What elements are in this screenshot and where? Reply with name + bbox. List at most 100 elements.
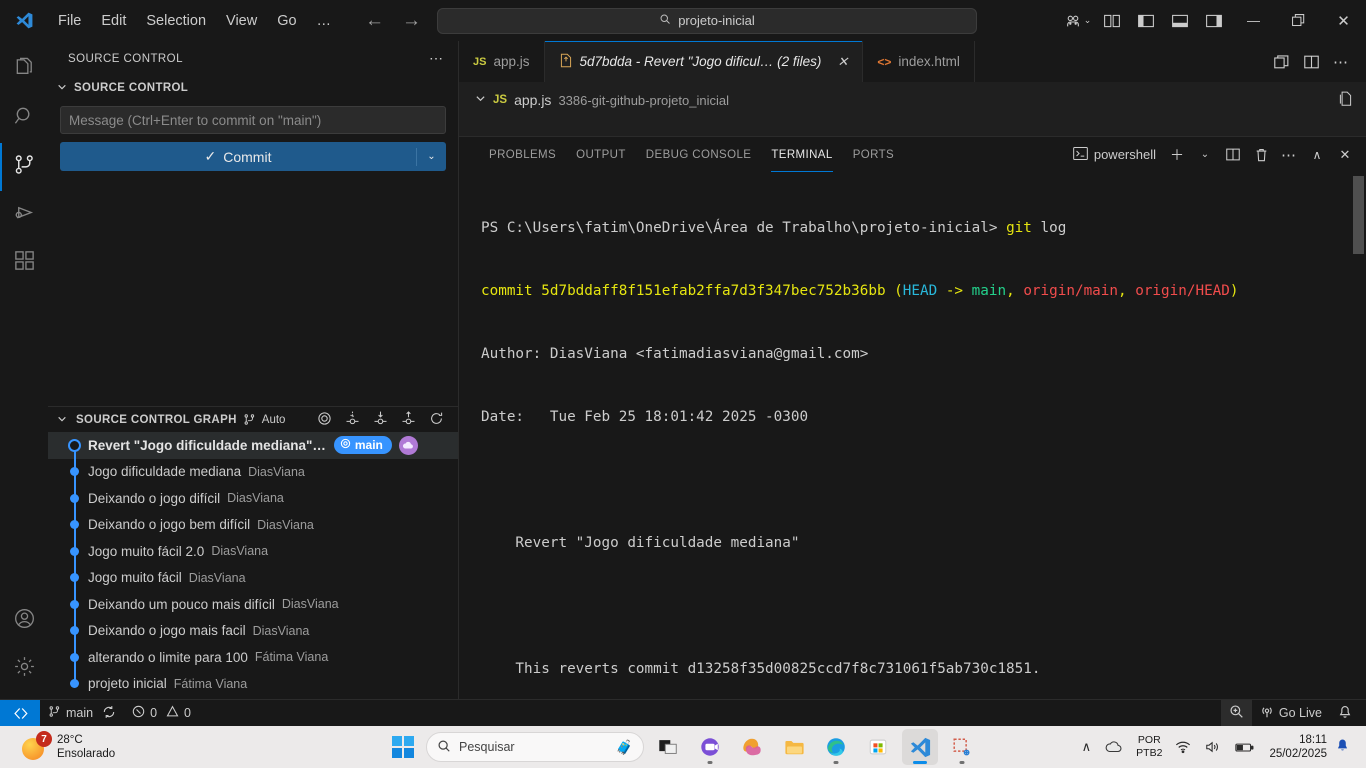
new-terminal-icon[interactable]: ＋ — [1164, 142, 1190, 168]
panel-bottom-icon[interactable] — [1163, 6, 1197, 36]
graph-auto-label: Auto — [261, 413, 286, 426]
fetch-icon[interactable] — [345, 410, 360, 429]
taskbar-vscode[interactable] — [902, 729, 938, 765]
pull-icon[interactable] — [373, 410, 388, 429]
graph-row[interactable]: Jogo muito fácil 2.0 DiasViana — [48, 538, 458, 565]
terminal-dropdown-icon[interactable]: ⌄ — [1192, 142, 1218, 168]
tab-index-html[interactable]: <> index.html — [863, 41, 975, 82]
minimize-button[interactable]: — — [1231, 0, 1276, 41]
breadcrumb-path[interactable]: 3386-git-github-projeto_inicial — [558, 93, 729, 108]
volume-icon[interactable] — [1198, 740, 1228, 754]
activity-settings[interactable] — [0, 645, 48, 693]
close-button[interactable]: ✕ — [1321, 0, 1366, 41]
clock[interactable]: 18:11 25/02/2025 — [1261, 733, 1335, 761]
more-actions-icon[interactable]: ⋯ — [1276, 142, 1302, 168]
panel-tab-output[interactable]: OUTPUT — [566, 137, 636, 172]
graph-row[interactable]: Jogo muito fácil DiasViana — [48, 564, 458, 591]
weather-widget[interactable]: 7 28°C Ensolarado — [0, 731, 115, 761]
close-icon[interactable]: ✕ — [837, 54, 848, 70]
panel-layout-icon[interactable] — [1095, 6, 1129, 36]
graph-row[interactable]: projeto inicial Fátima Viana — [48, 670, 458, 698]
chevron-down-icon[interactable] — [475, 93, 486, 107]
taskbar-teams[interactable] — [692, 729, 728, 765]
restore-button[interactable] — [1276, 0, 1321, 41]
commit-dropdown-button[interactable]: ⌄ — [416, 147, 446, 166]
graph-row[interactable]: Revert "Jogo dificuldade mediana"… main — [48, 432, 458, 459]
commit-button[interactable]: ✓ Commit ⌄ — [60, 142, 446, 171]
activity-source-control[interactable] — [0, 143, 48, 191]
close-panel-icon[interactable]: ✕ — [1332, 142, 1358, 168]
menu-file[interactable]: File — [48, 9, 91, 33]
kill-terminal-icon[interactable] — [1248, 142, 1274, 168]
language-indicator[interactable]: POR PTB2 — [1130, 734, 1168, 760]
wifi-icon[interactable] — [1168, 740, 1198, 754]
graph-section-header[interactable]: SOURCE CONTROL GRAPH Auto — [48, 406, 458, 432]
panel-tab-terminal[interactable]: TERMINAL — [761, 137, 842, 172]
commit-button-main[interactable]: ✓ Commit — [60, 148, 416, 165]
commit-message-input[interactable]: Message (Ctrl+Enter to commit on "main") — [60, 106, 446, 134]
tab-commit-view[interactable]: 5d7bdda - Revert "Jogo dificul… (2 files… — [544, 41, 864, 82]
target-icon[interactable] — [317, 411, 332, 429]
status-zoom[interactable] — [1220, 699, 1252, 727]
more-actions-icon[interactable]: ⋯ — [1326, 47, 1356, 77]
search-input[interactable]: projeto-inicial — [437, 7, 977, 34]
tray-expand-icon[interactable]: ∧ — [1075, 739, 1099, 755]
split-terminal-icon[interactable] — [1220, 142, 1246, 168]
branch-badge-label: main — [354, 438, 383, 453]
forward-arrow-icon[interactable]: → — [402, 11, 421, 30]
remote-window-indicator[interactable] — [0, 699, 40, 727]
status-branch[interactable]: main — [40, 700, 124, 727]
graph-row[interactable]: Deixando o jogo mais facil DiasViana — [48, 617, 458, 644]
terminal-shell-selector[interactable]: powershell — [1073, 146, 1156, 164]
back-arrow-icon[interactable]: ← — [365, 11, 384, 30]
taskbar-search[interactable]: Pesquisar 🧳 — [426, 732, 644, 762]
tab-app-js[interactable]: JS app.js — [459, 41, 545, 82]
activity-explorer[interactable] — [0, 47, 48, 95]
sidebar-more-actions[interactable]: ⋯ — [429, 50, 444, 67]
activity-search[interactable] — [0, 95, 48, 143]
panel-tab-ports[interactable]: PORTS — [843, 137, 904, 172]
taskbar-copilot[interactable] — [734, 729, 770, 765]
menu-selection[interactable]: Selection — [136, 9, 216, 33]
status-go-live[interactable]: Go Live — [1252, 700, 1330, 727]
push-icon[interactable] — [401, 410, 416, 429]
taskbar-file-explorer[interactable] — [776, 729, 812, 765]
refresh-icon[interactable] — [429, 411, 444, 429]
status-notifications[interactable] — [1330, 700, 1366, 727]
notifications-bell-icon[interactable] — [1335, 738, 1358, 757]
menu-view[interactable]: View — [216, 9, 267, 33]
taskbar-task-view[interactable] — [650, 729, 686, 765]
menu-more[interactable]: … — [307, 9, 342, 33]
terminal-scrollbar[interactable] — [1353, 176, 1364, 254]
graph-row[interactable]: alterando o limite para 100 Fátima Viana — [48, 644, 458, 671]
graph-row[interactable]: Jogo dificuldade mediana DiasViana — [48, 458, 458, 485]
maximize-panel-icon[interactable]: ∧ — [1304, 142, 1330, 168]
graph-row[interactable]: Deixando um pouco mais difícil DiasViana — [48, 591, 458, 618]
layout-editor-icon[interactable] — [1296, 47, 1326, 77]
panel-tab-debug-console[interactable]: DEBUG CONSOLE — [636, 137, 762, 172]
terminal-line: Date: Tue Feb 25 18:01:42 2025 -0300 — [481, 409, 809, 425]
graph-row[interactable]: Deixando o jogo difícil DiasViana — [48, 485, 458, 512]
taskbar-snipping-tool[interactable] — [944, 729, 980, 765]
sidebar-left-icon[interactable] — [1129, 6, 1163, 36]
taskbar-microsoft-store[interactable] — [860, 729, 896, 765]
panel-tab-problems[interactable]: PROBLEMS — [479, 137, 566, 172]
menu-edit[interactable]: Edit — [91, 9, 136, 33]
activity-run-debug[interactable] — [0, 191, 48, 239]
menu-go[interactable]: Go — [267, 9, 306, 33]
activity-extensions[interactable] — [0, 239, 48, 287]
remote-icon[interactable]: ⌄ — [1061, 6, 1095, 36]
graph-row[interactable]: Deixando o jogo bem difícil DiasViana — [48, 511, 458, 538]
sidebar-right-icon[interactable] — [1197, 6, 1231, 36]
taskbar-edge[interactable] — [818, 729, 854, 765]
battery-icon[interactable] — [1228, 741, 1261, 754]
status-problems[interactable]: 0 0 — [124, 700, 199, 727]
onedrive-icon[interactable] — [1098, 740, 1130, 754]
open-changes-icon[interactable] — [1337, 90, 1354, 110]
scm-section-header[interactable]: SOURCE CONTROL — [48, 76, 458, 100]
split-editor-icon[interactable] — [1266, 47, 1296, 77]
breadcrumb-file[interactable]: app.js — [514, 92, 551, 108]
start-button[interactable] — [386, 730, 420, 764]
terminal-output[interactable]: PS C:\Users\fatim\OneDrive\Área de Traba… — [459, 172, 1366, 699]
activity-account[interactable] — [0, 597, 48, 645]
